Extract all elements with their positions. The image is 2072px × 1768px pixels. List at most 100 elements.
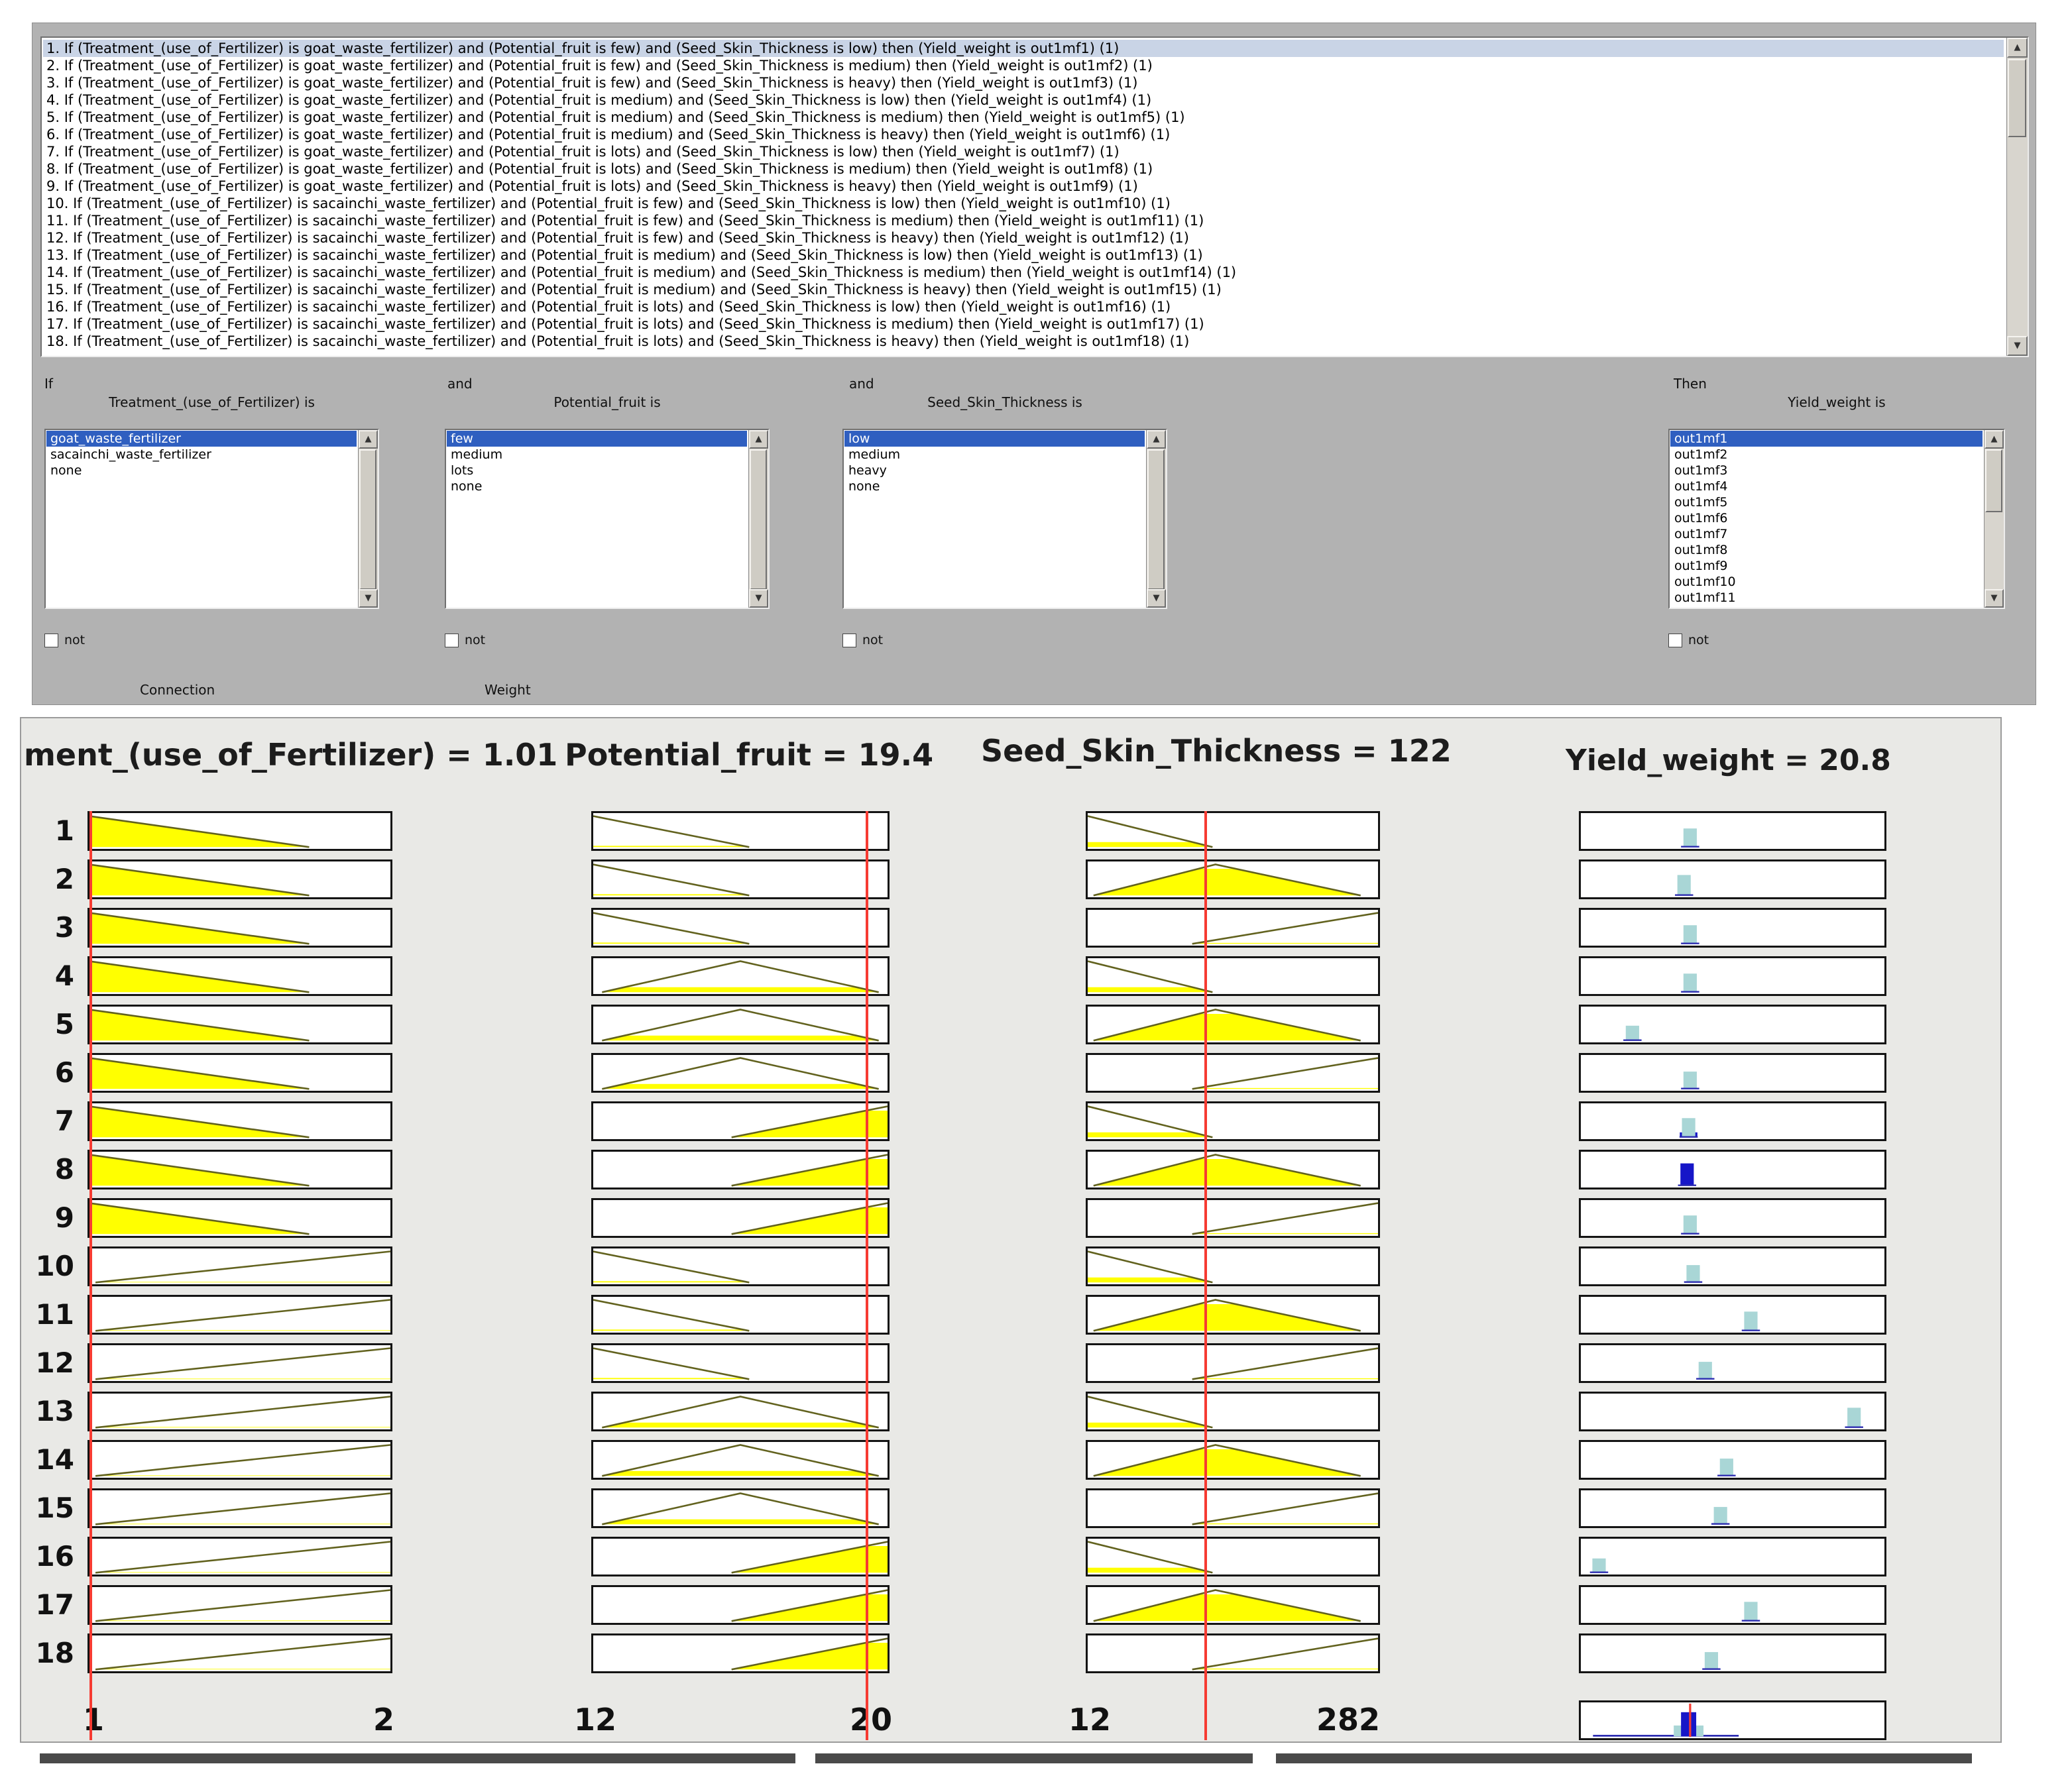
input-mf-plot-treatment-18[interactable]	[87, 1633, 392, 1673]
not-checkbox-skin[interactable]	[842, 634, 856, 647]
input-mf-plot-skin-14[interactable]	[1086, 1440, 1380, 1480]
rule-item-11[interactable]: 11. If (Treatment_(use_of_Fertilizer) is…	[43, 212, 2004, 229]
input-mf-plot-skin-17[interactable]	[1086, 1585, 1380, 1625]
rule-item-14[interactable]: 14. If (Treatment_(use_of_Fertilizer) is…	[43, 264, 2004, 281]
output-mf-plot-7[interactable]	[1579, 1101, 1886, 1141]
rule-item-16[interactable]: 16. If (Treatment_(use_of_Fertilizer) is…	[43, 298, 2004, 315]
input-mf-plot-fruit-6[interactable]	[591, 1053, 890, 1093]
listbox-item-skin-medium[interactable]: medium	[844, 447, 1145, 463]
listbox-item-yield-out1mf11[interactable]: out1mf11	[1670, 590, 1983, 606]
input-mf-plot-fruit-2[interactable]	[591, 859, 890, 899]
listbox-fruit[interactable]: fewmediumlotsnone▲▼	[445, 429, 770, 609]
output-mf-plot-10[interactable]	[1579, 1246, 1886, 1286]
output-mf-plot-15[interactable]	[1579, 1488, 1886, 1528]
input-mf-plot-treatment-4[interactable]	[87, 956, 392, 996]
listbox-item-yield-out1mf4[interactable]: out1mf4	[1670, 478, 1983, 494]
rule-item-12[interactable]: 12. If (Treatment_(use_of_Fertilizer) is…	[43, 229, 2004, 247]
listbox-item-fruit-lots[interactable]: lots	[447, 463, 747, 478]
scrollbar-thumb[interactable]	[2008, 59, 2026, 137]
scroll-down-button[interactable]: ▼	[1985, 589, 2004, 608]
input-mf-plot-skin-8[interactable]	[1086, 1150, 1380, 1189]
output-mf-plot-17[interactable]	[1579, 1585, 1886, 1625]
listbox-scrollbar[interactable]: ▲▼	[748, 430, 768, 608]
rules-scrollbar[interactable]: ▲ ▼	[2006, 38, 2028, 356]
listbox-item-skin-low[interactable]: low	[844, 431, 1145, 447]
scrollbar-thumb[interactable]	[1147, 449, 1165, 590]
input-mf-plot-treatment-14[interactable]	[87, 1440, 392, 1480]
listbox-item-yield-out1mf3[interactable]: out1mf3	[1670, 463, 1983, 478]
rule-item-13[interactable]: 13. If (Treatment_(use_of_Fertilizer) is…	[43, 247, 2004, 264]
output-mf-plot-2[interactable]	[1579, 859, 1886, 899]
input-mf-plot-skin-7[interactable]	[1086, 1101, 1380, 1141]
input-mf-plot-fruit-14[interactable]	[591, 1440, 890, 1480]
input-mf-plot-treatment-3[interactable]	[87, 908, 392, 948]
rule-item-18[interactable]: 18. If (Treatment_(use_of_Fertilizer) is…	[43, 333, 2004, 350]
scroll-up-button[interactable]: ▲	[749, 430, 768, 449]
input-mf-plot-treatment-11[interactable]	[87, 1295, 392, 1335]
aggregate-output-plot[interactable]	[1579, 1700, 1886, 1740]
not-checkbox-fruit[interactable]	[445, 634, 459, 647]
scrollbar-thumb[interactable]	[1985, 449, 2002, 512]
listbox-item-treatment-goat_waste_fertilizer[interactable]: goat_waste_fertilizer	[46, 431, 357, 447]
input-mf-plot-treatment-5[interactable]	[87, 1005, 392, 1044]
rule-item-10[interactable]: 10. If (Treatment_(use_of_Fertilizer) is…	[43, 195, 2004, 212]
input-mf-plot-fruit-12[interactable]	[591, 1343, 890, 1383]
input-value-line-treatment[interactable]	[89, 811, 92, 1740]
output-mf-plot-13[interactable]	[1579, 1392, 1886, 1431]
input-value-line-skin[interactable]	[1204, 811, 1207, 1740]
input-mf-plot-treatment-10[interactable]	[87, 1246, 392, 1286]
output-mf-plot-18[interactable]	[1579, 1633, 1886, 1673]
input-mf-plot-treatment-2[interactable]	[87, 859, 392, 899]
rule-item-15[interactable]: 15. If (Treatment_(use_of_Fertilizer) is…	[43, 281, 2004, 298]
input-mf-plot-skin-4[interactable]	[1086, 956, 1380, 996]
listbox-treatment[interactable]: goat_waste_fertilizersacainchi_waste_fer…	[44, 429, 379, 609]
rule-item-8[interactable]: 8. If (Treatment_(use_of_Fertilizer) is …	[43, 160, 2004, 178]
input-mf-plot-fruit-7[interactable]	[591, 1101, 890, 1141]
input-mf-plot-treatment-13[interactable]	[87, 1392, 392, 1431]
rule-item-9[interactable]: 9. If (Treatment_(use_of_Fertilizer) is …	[43, 178, 2004, 195]
listbox-item-yield-out1mf6[interactable]: out1mf6	[1670, 510, 1983, 526]
not-checkbox-yield[interactable]	[1668, 634, 1682, 647]
scroll-up-button[interactable]: ▲	[1147, 430, 1166, 449]
listbox-item-yield-out1mf9[interactable]: out1mf9	[1670, 558, 1983, 574]
input-value-line-fruit[interactable]	[866, 811, 868, 1740]
output-mf-plot-8[interactable]	[1579, 1150, 1886, 1189]
input-mf-plot-skin-1[interactable]	[1086, 811, 1380, 851]
rule-item-1[interactable]: 1. If (Treatment_(use_of_Fertilizer) is …	[43, 40, 2004, 57]
output-mf-plot-14[interactable]	[1579, 1440, 1886, 1480]
input-mf-plot-skin-12[interactable]	[1086, 1343, 1380, 1383]
rule-item-17[interactable]: 17. If (Treatment_(use_of_Fertilizer) is…	[43, 315, 2004, 333]
input-mf-plot-treatment-6[interactable]	[87, 1053, 392, 1093]
input-mf-plot-treatment-17[interactable]	[87, 1585, 392, 1625]
scroll-down-button[interactable]: ▼	[359, 589, 378, 608]
input-mf-plot-skin-5[interactable]	[1086, 1005, 1380, 1044]
listbox-item-yield-out1mf7[interactable]: out1mf7	[1670, 526, 1983, 542]
rule-item-6[interactable]: 6. If (Treatment_(use_of_Fertilizer) is …	[43, 126, 2004, 143]
input-mf-plot-fruit-4[interactable]	[591, 956, 890, 996]
output-mf-plot-11[interactable]	[1579, 1295, 1886, 1335]
input-mf-plot-skin-15[interactable]	[1086, 1488, 1380, 1528]
rule-item-4[interactable]: 4. If (Treatment_(use_of_Fertilizer) is …	[43, 91, 2004, 109]
input-mf-plot-fruit-10[interactable]	[591, 1246, 890, 1286]
input-mf-plot-fruit-8[interactable]	[591, 1150, 890, 1189]
listbox-item-treatment-sacainchi_waste_fertilizer[interactable]: sacainchi_waste_fertilizer	[46, 447, 357, 463]
output-mf-plot-6[interactable]	[1579, 1053, 1886, 1093]
rules-listbox[interactable]: 1. If (Treatment_(use_of_Fertilizer) is …	[40, 36, 2029, 357]
input-mf-plot-fruit-9[interactable]	[591, 1198, 890, 1238]
scroll-down-button[interactable]: ▼	[749, 589, 768, 608]
listbox-item-fruit-few[interactable]: few	[447, 431, 747, 447]
input-mf-plot-skin-2[interactable]	[1086, 859, 1380, 899]
output-mf-plot-16[interactable]	[1579, 1537, 1886, 1576]
listbox-item-yield-out1mf8[interactable]: out1mf8	[1670, 542, 1983, 558]
input-mf-plot-skin-6[interactable]	[1086, 1053, 1380, 1093]
input-mf-plot-skin-11[interactable]	[1086, 1295, 1380, 1335]
input-mf-plot-skin-16[interactable]	[1086, 1537, 1380, 1576]
input-mf-plot-skin-3[interactable]	[1086, 908, 1380, 948]
listbox-yield[interactable]: out1mf1out1mf2out1mf3out1mf4out1mf5out1m…	[1668, 429, 2005, 609]
listbox-item-fruit-medium[interactable]: medium	[447, 447, 747, 463]
listbox-item-yield-out1mf2[interactable]: out1mf2	[1670, 447, 1983, 463]
input-mf-plot-treatment-9[interactable]	[87, 1198, 392, 1238]
listbox-item-treatment-none[interactable]: none	[46, 463, 357, 478]
rule-item-3[interactable]: 3. If (Treatment_(use_of_Fertilizer) is …	[43, 74, 2004, 91]
input-mf-plot-skin-10[interactable]	[1086, 1246, 1380, 1286]
